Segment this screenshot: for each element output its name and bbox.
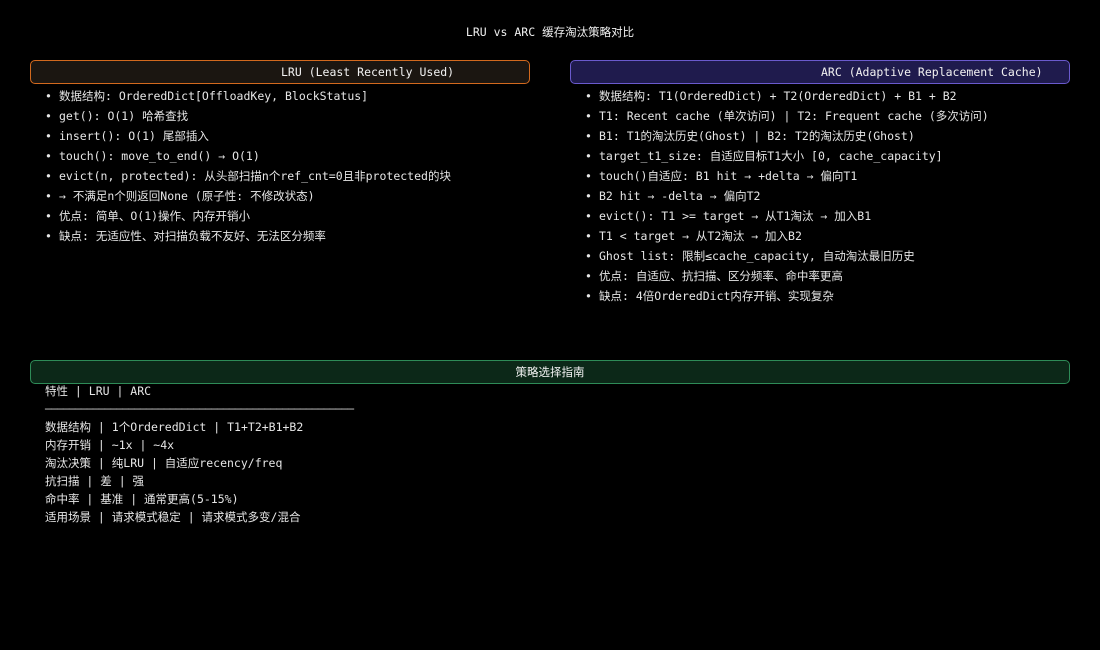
arc-item: • 缺点: 4倍OrderedDict内存开销、实现复杂 (585, 289, 834, 303)
arc-item: • evict(): T1 >= target → 从T1淘汰 → 加入B1 (585, 209, 872, 223)
arc-panel-header: ARC (Adaptive Replacement Cache) (570, 60, 1070, 84)
table-row: 数据结构 | 1个OrderedDict | T1+T2+B1+B2 (45, 420, 304, 434)
table-row: 适用场景 | 请求模式稳定 | 请求模式多变/混合 (45, 510, 301, 524)
diagram-title: LRU vs ARC 缓存淘汰策略对比 (465, 25, 635, 39)
lru-item: • insert(): O(1) 尾部插入 (45, 129, 209, 143)
lru-feature-list: • 数据结构: OrderedDict[OffloadKey, BlockStat… (45, 86, 451, 246)
arc-header-label: ARC (Adaptive Replacement Cache) (821, 65, 1043, 79)
arc-item: • target_t1_size: 自适应目标T1大小 [0, cache_cap… (585, 149, 943, 163)
table-row: 命中率 | 基准 | 通常更高(5-15%) (45, 492, 239, 506)
arc-item: • 优点: 自适应、抗扫描、区分频率、命中率更高 (585, 269, 843, 283)
lru-item: • 数据结构: OrderedDict[OffloadKey, BlockStat… (45, 89, 369, 103)
arc-item: • Ghost list: 限制≤cache_capacity, 自动淘汰最旧历史 (585, 249, 915, 263)
guide-header-label: 策略选择指南 (515, 365, 585, 379)
arc-item: • touch()自适应: B1 hit → +delta → 偏向T1 (585, 169, 858, 183)
table-row: 内存开销 | ~1x | ~4x (45, 438, 175, 452)
lru-item: • 缺点: 无适应性、对扫描负载不友好、无法区分频率 (45, 229, 326, 243)
lru-item: • get(): O(1) 哈希查找 (45, 109, 189, 123)
lru-item: • touch(): move_to_end() → O(1) (45, 149, 260, 163)
arc-item: • B1: T1的淘汰历史(Ghost) | B2: T2的淘汰历史(Ghost) (585, 129, 915, 143)
table-header-row: 特性 | LRU | ARC (45, 384, 152, 398)
comparison-table: 特性 | LRU | ARC ─────────────────────────… (45, 382, 354, 526)
arc-item: • B2 hit → -delta → 偏向T2 (585, 189, 761, 203)
arc-item: • 数据结构: T1(OrderedDict) + T2(OrderedDict)… (585, 89, 957, 103)
table-row: 抗扫描 | 差 | 强 (45, 474, 145, 488)
table-separator: ────────────────────────────────────────… (45, 402, 354, 416)
arc-item: • T1: Recent cache (单次访问) | T2: Frequent … (585, 109, 989, 123)
lru-panel-header: LRU (Least Recently Used) (30, 60, 530, 84)
guide-panel-header: 策略选择指南 (30, 360, 1070, 384)
arc-feature-list: • 数据结构: T1(OrderedDict) + T2(OrderedDict)… (585, 86, 989, 306)
lru-header-label: LRU (Least Recently Used) (281, 65, 455, 79)
lru-item: • → 不满足n个则返回None (原子性: 不修改状态) (45, 189, 315, 203)
arc-item: • T1 < target → 从T2淘汰 → 加入B2 (585, 229, 802, 243)
lru-item: • evict(n, protected): 从头部扫描n个ref_cnt=0且非… (45, 169, 451, 183)
table-row: 淘汰决策 | 纯LRU | 自适应recency/freq (45, 456, 283, 470)
lru-item: • 优点: 简单、O(1)操作、内存开销小 (45, 209, 251, 223)
